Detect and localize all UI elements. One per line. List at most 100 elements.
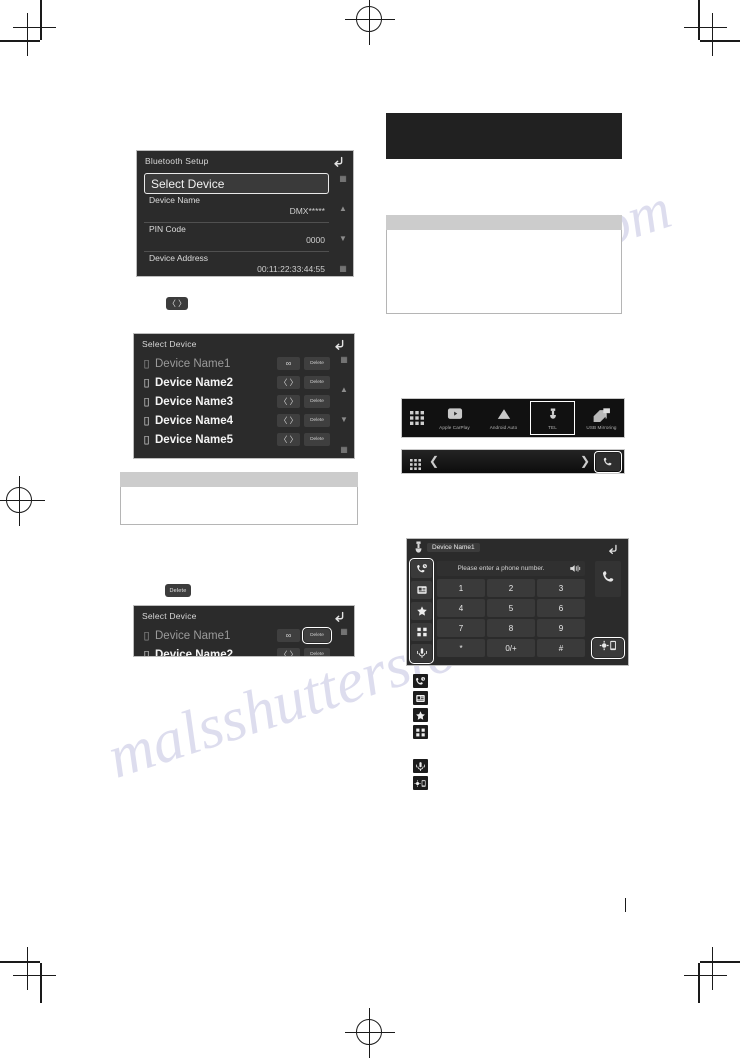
scroll-bottom-icon[interactable]: ▦: [339, 265, 347, 273]
key-5[interactable]: 5: [487, 599, 535, 617]
bluetooth-device-icon: ▯: [143, 415, 150, 427]
scrollbar[interactable]: ▦ ▲ ▼ ▦: [335, 175, 351, 273]
key-hash[interactable]: #: [537, 639, 585, 657]
keypad-icon: [413, 725, 428, 739]
call-history-icon: [413, 674, 428, 688]
key-8[interactable]: 8: [487, 619, 535, 637]
chevron-left-icon[interactable]: ❮: [429, 455, 439, 467]
list-item[interactable]: ▯ Device Name4 〈 〉 Delete: [140, 411, 330, 430]
bluetooth-device-icon: ▯: [143, 377, 150, 389]
back-arrow-icon[interactable]: [333, 610, 347, 624]
phonebook-icon[interactable]: [411, 581, 432, 599]
key-9[interactable]: 9: [537, 619, 585, 637]
phone-handset-icon[interactable]: [594, 451, 622, 473]
delete-button-label: Delete: [169, 587, 187, 594]
page-footer-rule: [625, 898, 626, 912]
delete-button[interactable]: Delete: [304, 648, 330, 656]
crop-mark-tr-v2: [712, 13, 713, 56]
legend-group-b: [413, 759, 428, 793]
connect-button[interactable]: 〈 〉: [277, 376, 300, 389]
list-item[interactable]: ▯ Device Name3 〈 〉 Delete: [140, 392, 330, 411]
key-0-plus[interactable]: 0/+: [487, 639, 535, 657]
apps-grid-icon[interactable]: [410, 457, 421, 470]
scroll-top-icon[interactable]: ▦: [340, 356, 348, 364]
list-item[interactable]: ▯ Device Name1 ∞ Delete: [140, 626, 332, 645]
select-device-title: Select Device: [142, 339, 197, 349]
list-item[interactable]: ▯ Device Name1 ∞ Delete: [140, 354, 330, 373]
connect-button[interactable]: 〈 〉: [166, 297, 188, 310]
crop-mark-tr-h2: [684, 27, 727, 28]
crop-mark-tr-v: [698, 0, 700, 40]
source-label: Android Auto: [489, 425, 518, 430]
scroll-down-icon[interactable]: ▼: [339, 235, 347, 243]
delete-button[interactable]: Delete: [302, 627, 332, 644]
scroll-top-icon[interactable]: ▦: [340, 628, 348, 636]
scroll-down-icon[interactable]: ▼: [340, 416, 348, 424]
scrollbar[interactable]: ▦: [336, 628, 352, 654]
source-item-apple-carplay[interactable]: Apple CarPlay: [430, 399, 479, 437]
delete-button[interactable]: Delete: [304, 433, 330, 446]
delete-button[interactable]: Delete: [165, 584, 191, 597]
device-name-value: DMX*****: [289, 206, 325, 216]
device-settings-icon: [599, 639, 618, 657]
device-list: ▯ Device Name1 ∞ Delete ▯ Device Name2 〈…: [140, 354, 330, 449]
device-name-label: Device Name: [149, 195, 201, 205]
key-4[interactable]: 4: [437, 599, 485, 617]
key-2[interactable]: 2: [487, 579, 535, 597]
connect-button[interactable]: 〈 〉: [277, 648, 300, 656]
phone-number-input[interactable]: Please enter a phone number.: [437, 561, 585, 576]
back-arrow-icon[interactable]: [333, 338, 347, 352]
list-item[interactable]: ▯ Device Name5 〈 〉 Delete: [140, 430, 330, 449]
key-asterisk[interactable]: *: [437, 639, 485, 657]
speaker-icon[interactable]: [565, 563, 585, 574]
key-6[interactable]: 6: [537, 599, 585, 617]
crop-mark-bl-h: [0, 961, 40, 963]
keypad-icon[interactable]: [411, 623, 432, 641]
disconnected-brackets-icon: 〈 〉: [279, 378, 298, 387]
table-row: Device Address 00:11:22:33:44:55: [144, 252, 329, 276]
call-history-icon[interactable]: [411, 560, 432, 578]
source-item-android-auto[interactable]: Android Auto: [479, 399, 528, 437]
favorites-star-icon: [413, 708, 428, 722]
scroll-bottom-icon[interactable]: ▦: [340, 446, 348, 454]
favorites-star-icon[interactable]: [411, 602, 432, 620]
android-auto-icon: [494, 406, 514, 423]
list-item[interactable]: ▯ Device Name2 〈 〉 Delete: [140, 645, 330, 656]
connect-button[interactable]: ∞: [277, 357, 300, 370]
connect-button[interactable]: 〈 〉: [277, 414, 300, 427]
note-body: [386, 230, 622, 314]
connect-button[interactable]: 〈 〉: [277, 395, 300, 408]
select-device-button[interactable]: Select Device: [144, 173, 329, 194]
device-name: Device Name2: [155, 376, 233, 389]
back-arrow-icon[interactable]: [607, 543, 621, 557]
scroll-up-icon[interactable]: ▲: [339, 205, 347, 213]
scrollbar[interactable]: ▦ ▲ ▼ ▦: [336, 356, 352, 454]
list-item[interactable]: ▯ Device Name2 〈 〉 Delete: [140, 373, 330, 392]
section-heading-bar: [386, 113, 622, 159]
delete-button[interactable]: Delete: [304, 357, 330, 370]
voice-recognition-icon[interactable]: [411, 644, 432, 662]
source-item-usb-mirroring[interactable]: USB Mirroring: [577, 399, 624, 437]
scroll-up-icon[interactable]: ▲: [340, 386, 348, 394]
scroll-top-icon[interactable]: ▦: [339, 175, 347, 183]
delete-button[interactable]: Delete: [304, 376, 330, 389]
call-button[interactable]: [595, 561, 621, 597]
select-device-panel: Select Device ▯ Device Name1 ∞ Delete ▯ …: [133, 333, 355, 459]
device-settings-button[interactable]: [591, 637, 625, 659]
source-item-tel[interactable]: TEL: [528, 399, 577, 437]
key-1[interactable]: 1: [437, 579, 485, 597]
connect-button[interactable]: 〈 〉: [277, 433, 300, 446]
device-address-value: 00:11:22:33:44:55: [257, 264, 325, 274]
crop-mark-tl-h: [0, 40, 40, 42]
connect-button[interactable]: ∞: [277, 629, 300, 642]
delete-button[interactable]: Delete: [304, 395, 330, 408]
disconnected-brackets-icon: 〈 〉: [279, 397, 298, 406]
key-7[interactable]: 7: [437, 619, 485, 637]
crop-mark-bl-v2: [27, 947, 28, 990]
back-arrow-icon[interactable]: [332, 155, 346, 169]
apps-grid-icon[interactable]: [410, 411, 424, 425]
chevron-right-icon[interactable]: ❯: [580, 455, 590, 467]
delete-button[interactable]: Delete: [304, 414, 330, 427]
source-label: TEL: [548, 425, 557, 430]
key-3[interactable]: 3: [537, 579, 585, 597]
